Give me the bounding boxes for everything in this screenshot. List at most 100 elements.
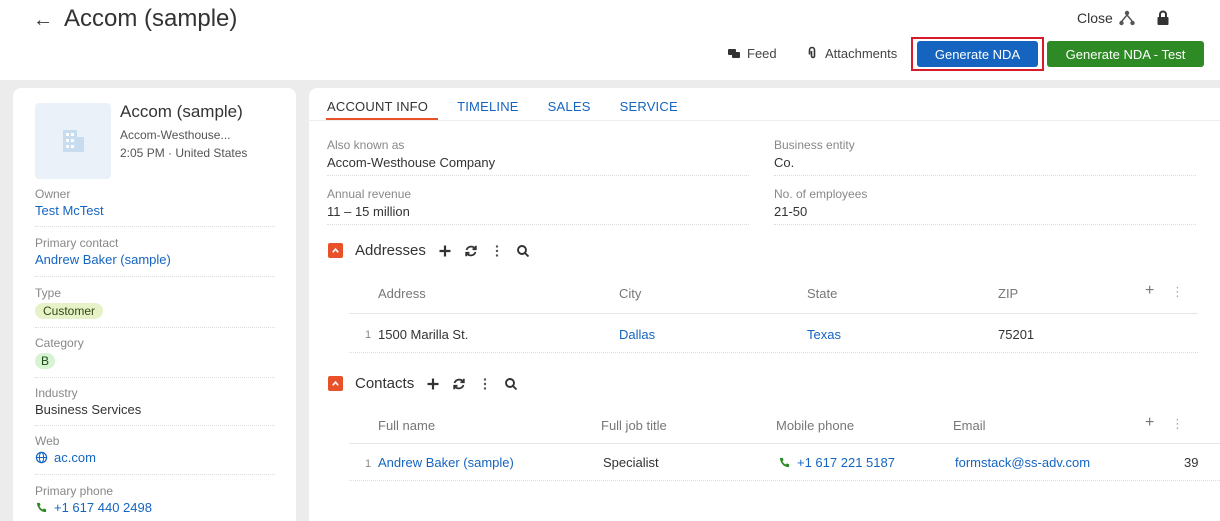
employees-label: No. of employees — [774, 187, 868, 201]
collapse-contacts-button[interactable] — [328, 376, 343, 391]
column-header-state[interactable]: State — [807, 286, 837, 301]
primary-phone-field: Primary phone +1 617 440 2498 — [35, 484, 275, 519]
contacts-section-header: Contacts — [328, 375, 518, 392]
also-known-as-label: Also known as — [327, 138, 405, 152]
also-known-as-value[interactable]: Accom-Westhouse Company — [327, 155, 495, 170]
search-icon[interactable] — [504, 377, 518, 391]
chevron-up-icon — [332, 247, 339, 253]
feed-icon — [728, 49, 740, 58]
web-field: Web ac.com — [35, 434, 275, 469]
account-local-time: 2:05 PM · United States — [120, 146, 248, 160]
lock-icon[interactable] — [1153, 8, 1173, 28]
tab-account-info[interactable]: ACCOUNT INFO — [327, 99, 428, 114]
column-header-city[interactable]: City — [619, 286, 641, 301]
column-header-zip[interactable]: ZIP — [998, 286, 1018, 301]
primary-phone-link[interactable]: +1 617 440 2498 — [35, 500, 152, 515]
divider — [349, 352, 1198, 353]
back-arrow-icon[interactable]: ← — [33, 9, 53, 32]
job-title-cell[interactable]: Specialist — [603, 455, 659, 470]
divider — [327, 224, 749, 225]
column-header-email[interactable]: Email — [953, 418, 986, 433]
web-link[interactable]: ac.com — [35, 450, 96, 465]
attachments-button[interactable]: Attachments — [805, 44, 897, 62]
primary-phone-label: Primary phone — [35, 484, 114, 498]
mobile-phone-link[interactable]: +1 617 221 5187 — [778, 455, 895, 470]
zip-cell[interactable]: 75201 — [998, 327, 1034, 342]
divider — [35, 226, 275, 227]
employees-value[interactable]: 21-50 — [774, 204, 867, 219]
search-icon[interactable] — [516, 244, 530, 258]
divider — [774, 224, 1196, 225]
hierarchy-icon[interactable] — [1117, 8, 1137, 28]
divider — [349, 480, 1220, 481]
tab-bar-divider — [309, 120, 1220, 121]
column-options-icon[interactable]: ⋮ — [1171, 284, 1184, 300]
divider — [35, 425, 275, 426]
collapse-addresses-button[interactable] — [328, 243, 343, 258]
generate-nda-test-button[interactable]: Generate NDA - Test — [1047, 41, 1204, 67]
account-logo-placeholder[interactable] — [35, 103, 111, 179]
add-contact-icon[interactable] — [426, 377, 440, 391]
annual-revenue-value[interactable]: 11 – 15 million — [327, 204, 411, 219]
add-address-icon[interactable] — [438, 244, 452, 258]
account-summary-card: Accom (sample) Accom-Westhouse... 2:05 P… — [13, 88, 296, 521]
primary-phone-value: +1 617 440 2498 — [54, 500, 152, 515]
add-column-icon[interactable]: + — [1145, 282, 1154, 300]
page-title: Accom (sample) — [64, 5, 238, 32]
annual-revenue-label: Annual revenue — [327, 187, 412, 201]
column-options-icon[interactable]: ⋮ — [1171, 416, 1184, 432]
category-field: Category B — [35, 336, 275, 370]
contacts-title: Contacts — [355, 375, 415, 392]
account-name: Accom (sample) — [120, 102, 243, 121]
column-header-mobile-phone[interactable]: Mobile phone — [776, 418, 854, 433]
web-value: ac.com — [54, 450, 96, 465]
feed-button[interactable]: Feed — [727, 44, 777, 62]
tab-timeline[interactable]: TIMELINE — [457, 99, 519, 114]
owner-field: Owner Test McTest — [35, 187, 275, 218]
add-column-icon[interactable]: + — [1145, 414, 1154, 432]
contact-name-link[interactable]: Andrew Baker (sample) — [378, 455, 514, 470]
city-link[interactable]: Dallas — [619, 327, 655, 342]
state-link[interactable]: Texas — [807, 327, 841, 342]
owner-label: Owner — [35, 187, 71, 201]
category-badge[interactable]: B — [35, 353, 56, 369]
chevron-up-icon — [332, 380, 339, 386]
type-field: Type Customer — [35, 286, 275, 320]
phone-icon — [779, 457, 790, 468]
building-icon — [63, 130, 84, 152]
more-vertical-icon[interactable] — [478, 377, 492, 391]
refresh-icon[interactable] — [464, 244, 478, 258]
tab-sales[interactable]: SALES — [548, 99, 591, 114]
more-vertical-icon[interactable] — [490, 244, 504, 258]
employees-field: No. of employees 21-50 — [774, 187, 867, 219]
type-badge[interactable]: Customer — [35, 303, 104, 319]
column-header-address[interactable]: Address — [378, 286, 426, 301]
business-entity-label: Business entity — [774, 138, 855, 152]
industry-value: Business Services — [35, 402, 142, 417]
owner-link[interactable]: Test McTest — [35, 203, 275, 218]
divider — [774, 175, 1196, 176]
close-link[interactable]: Close — [1077, 10, 1113, 26]
email-link[interactable]: formstack@ss-adv.com — [955, 455, 1090, 470]
account-alias: Accom-Westhouse... — [120, 128, 231, 142]
industry-field: Industry Business Services — [35, 386, 275, 417]
category-label: Category — [35, 336, 84, 350]
divider — [35, 474, 275, 475]
row-number: 1 — [365, 458, 372, 470]
business-entity-field: Business entity Co. — [774, 138, 855, 170]
primary-contact-label: Primary contact — [35, 236, 119, 250]
feed-label: Feed — [747, 45, 777, 61]
generate-nda-button[interactable]: Generate NDA — [917, 41, 1038, 67]
divider — [35, 327, 275, 328]
table-header-divider — [349, 443, 1220, 444]
primary-contact-link[interactable]: Andrew Baker (sample) — [35, 252, 275, 267]
column-header-job-title[interactable]: Full job title — [601, 418, 667, 433]
column-header-full-name[interactable]: Full name — [378, 418, 435, 433]
address-cell[interactable]: 1500 Marilla St. — [378, 327, 468, 342]
tab-service[interactable]: SERVICE — [620, 99, 678, 114]
addresses-section-header: Addresses — [328, 242, 530, 259]
refresh-icon[interactable] — [452, 377, 466, 391]
annual-revenue-field: Annual revenue 11 – 15 million — [327, 187, 411, 219]
business-entity-value[interactable]: Co. — [774, 155, 855, 170]
mobile-phone-value: +1 617 221 5187 — [797, 455, 895, 470]
